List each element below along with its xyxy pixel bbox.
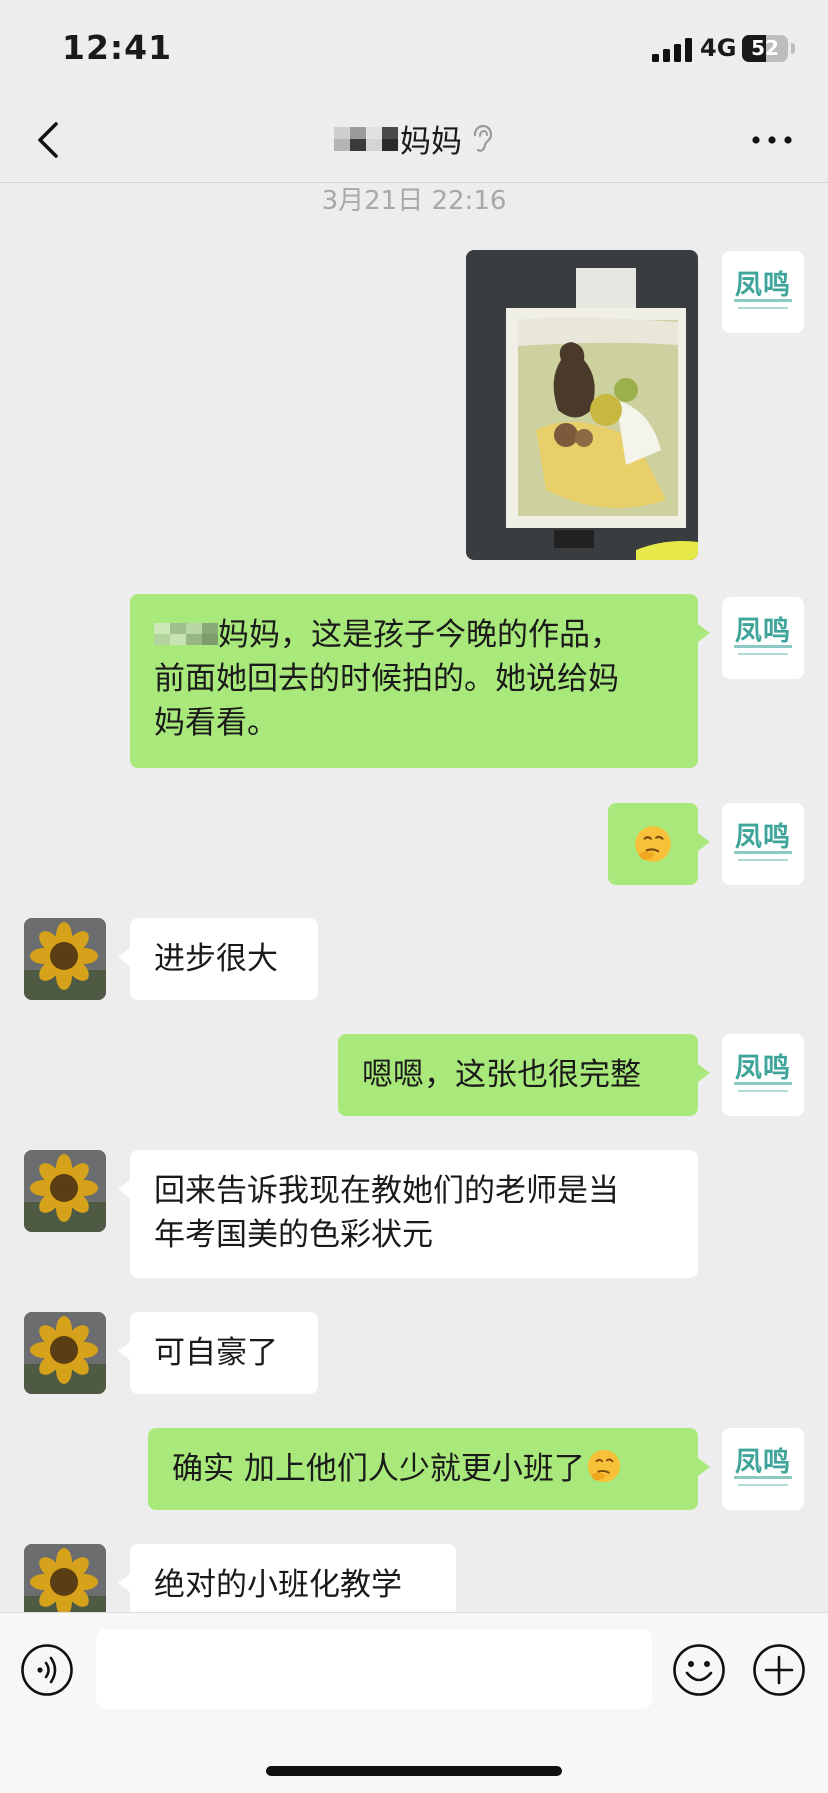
status-time: 12:41 [62, 28, 173, 67]
thinking-face-icon [587, 1449, 621, 1483]
painting-photo[interactable] [466, 250, 698, 560]
avatar-logo-text: 凤鸣 [735, 822, 791, 853]
logo-decoration [738, 1090, 788, 1092]
logo-decoration [734, 645, 792, 648]
message-text: 确实 加上他们人少就更小班了 [172, 1451, 585, 1487]
sunflower-avatar-image [24, 1150, 106, 1232]
more-icon[interactable] [750, 128, 794, 152]
battery-nub [791, 43, 795, 54]
network-type: 4G [700, 34, 737, 62]
message-line: 回来告诉我现在教她们的老师是当 [154, 1173, 619, 1209]
thinking-face-icon [635, 826, 671, 862]
message-text: 可自豪了 [154, 1335, 278, 1371]
logo-decoration [738, 307, 788, 309]
pixelated-name-mosaic [154, 623, 218, 645]
logo-decoration [734, 1082, 792, 1085]
logo-decoration [734, 1476, 792, 1479]
chat-title: 妈妈 [400, 124, 462, 160]
battery-percent: 52 [751, 36, 779, 60]
voice-icon[interactable] [20, 1643, 74, 1697]
message-bubble[interactable]: 确实 加上他们人少就更小班了 [148, 1428, 710, 1510]
message-bubble[interactable]: 可自豪了 [118, 1312, 318, 1394]
avatar-logo-text: 凤鸣 [735, 616, 791, 647]
ear-icon [473, 124, 493, 152]
message-bubble[interactable]: 嗯嗯，这张也很完整 [338, 1034, 710, 1116]
logo-decoration [738, 653, 788, 655]
smiley-icon[interactable] [672, 1643, 726, 1697]
logo-decoration [738, 859, 788, 861]
pixelated-name-mosaic [334, 126, 398, 151]
battery-icon: 52 [742, 35, 788, 62]
contact-avatar[interactable] [24, 1312, 106, 1394]
avatar-logo-text: 凤鸣 [735, 1447, 791, 1478]
message-text: 嗯嗯，这张也很完整 [362, 1057, 641, 1093]
my-avatar[interactable]: 凤鸣 [722, 1428, 804, 1510]
chat-title-area[interactable]: 妈妈 [0, 116, 828, 161]
my-avatar[interactable]: 凤鸣 [722, 803, 804, 885]
home-indicator[interactable] [266, 1766, 562, 1776]
contact-avatar[interactable] [24, 918, 106, 1000]
message-line: 前面她回去的时候拍的。她说给妈 [154, 661, 619, 697]
message-text: 妈妈，这是孩子今晚的作品， [218, 617, 621, 653]
message-line: 妈看看。 [154, 705, 278, 741]
my-avatar[interactable]: 凤鸣 [722, 251, 804, 333]
message-bubble[interactable]: 妈妈，这是孩子今晚的作品， 前面她回去的时候拍的。她说给妈 妈看看。 [130, 594, 710, 768]
my-avatar[interactable]: 凤鸣 [722, 597, 804, 679]
message-text: 进步很大 [154, 941, 278, 977]
plus-icon[interactable] [752, 1643, 806, 1697]
message-timestamp: 3月21日 22:16 [321, 186, 507, 216]
message-text: 绝对的小班化教学 [154, 1567, 402, 1603]
logo-decoration [734, 299, 792, 302]
avatar-logo-text: 凤鸣 [735, 270, 791, 301]
message-line: 妈妈，这是孩子今晚的作品， [154, 613, 674, 657]
my-avatar[interactable]: 凤鸣 [722, 1034, 804, 1116]
sunflower-avatar-image [24, 1312, 106, 1394]
message-bubble[interactable]: 进步很大 [118, 918, 318, 1000]
avatar-logo-text: 凤鸣 [735, 1053, 791, 1084]
status-bar: 12:41 4G 52 [0, 0, 828, 100]
logo-decoration [734, 851, 792, 854]
sunflower-avatar-image [24, 918, 106, 1000]
message-bubble[interactable] [608, 803, 710, 885]
signal-icon [652, 38, 692, 62]
message-input[interactable] [96, 1629, 652, 1709]
logo-decoration [738, 1484, 788, 1486]
message-line: 年考国美的色彩状元 [154, 1217, 433, 1253]
contact-avatar[interactable] [24, 1150, 106, 1232]
message-bubble[interactable]: 回来告诉我现在教她们的老师是当 年考国美的色彩状元 [118, 1150, 698, 1278]
chat-header: 妈妈 [0, 100, 828, 183]
